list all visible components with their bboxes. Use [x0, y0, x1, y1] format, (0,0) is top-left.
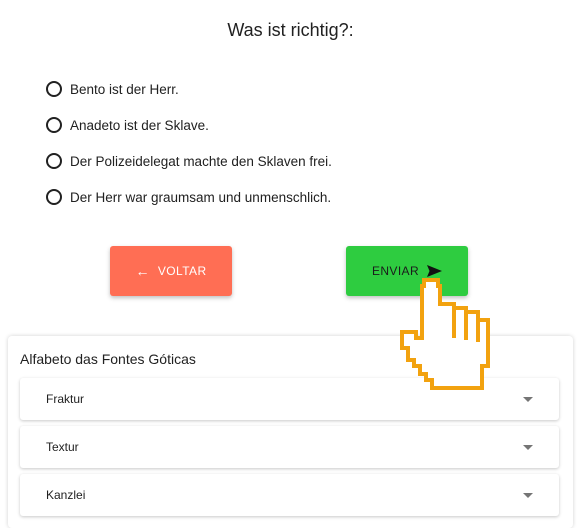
accordion-item-label: Fraktur: [46, 392, 85, 406]
answer-options: Bento ist der Herr. Anadeto ist der Skla…: [46, 71, 332, 215]
answer-option-label: Anadeto ist der Sklave.: [70, 117, 209, 133]
chevron-down-icon: [523, 492, 533, 498]
radio-button[interactable]: [46, 81, 62, 97]
answer-option-label: Der Herr war graumsam und unmenschlich.: [70, 189, 332, 205]
answer-option[interactable]: Der Polizeidelegat machte den Sklaven fr…: [46, 143, 332, 179]
answer-option[interactable]: Bento ist der Herr.: [46, 71, 332, 107]
radio-button[interactable]: [46, 117, 62, 133]
radio-button[interactable]: [46, 153, 62, 169]
accordion-item-kanzlei[interactable]: Kanzlei: [20, 474, 559, 516]
panel-title: Alfabeto das Fontes Góticas: [20, 351, 196, 367]
back-button-label: VOLTAR: [157, 264, 207, 278]
accordion-item-label: Textur: [46, 440, 79, 454]
chevron-down-icon: [523, 444, 533, 450]
chevron-down-icon: [523, 396, 533, 402]
hand-pointer-icon: [400, 278, 490, 390]
question-title: Was ist richtig?:: [227, 20, 354, 40]
answer-option[interactable]: Anadeto ist der Sklave.: [46, 107, 332, 143]
arrow-left-icon: ←: [135, 263, 150, 279]
answer-option-label: Der Polizeidelegat machte den Sklaven fr…: [70, 153, 332, 169]
answer-option-label: Bento ist der Herr.: [70, 81, 179, 97]
answer-option[interactable]: Der Herr war graumsam und unmenschlich.: [46, 179, 332, 215]
radio-button[interactable]: [46, 189, 62, 205]
back-button[interactable]: ← VOLTAR: [110, 246, 232, 296]
accordion-item-textur[interactable]: Textur: [20, 426, 559, 468]
accordion-item-label: Kanzlei: [46, 488, 86, 502]
